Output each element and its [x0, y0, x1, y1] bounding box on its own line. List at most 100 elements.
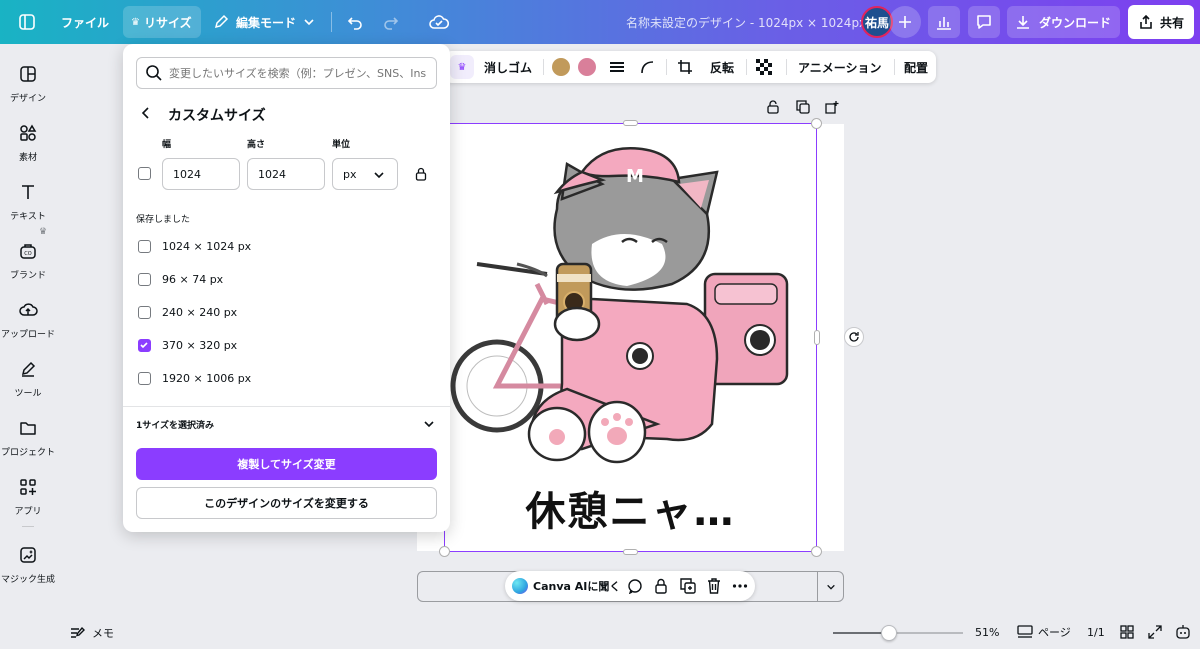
page-options-button[interactable] — [817, 572, 843, 601]
redo-button[interactable] — [382, 0, 400, 44]
sidebar-item-magic-media[interactable]: マジック生成 — [0, 545, 56, 585]
resize-handle-bottom-right[interactable] — [811, 546, 822, 557]
insights-button[interactable] — [928, 6, 960, 38]
aspect-lock-button[interactable] — [415, 167, 427, 184]
add-collaborator-button[interactable] — [889, 6, 921, 38]
share-icon — [1140, 14, 1152, 29]
edit-mode-menu[interactable]: 編集モード — [213, 0, 315, 44]
custom-size-checkbox[interactable] — [138, 167, 151, 180]
comment-add-button[interactable] — [627, 578, 643, 597]
copy-and-resize-button[interactable]: 複製してサイズ変更 — [136, 448, 437, 480]
help-assistant-button[interactable] — [1175, 624, 1191, 643]
document-title[interactable]: 名称未設定のデザイン - 1024px × 1024px — [626, 0, 866, 44]
ask-canva-ai-button[interactable]: Canva AIに聞く — [533, 571, 620, 601]
undo-button[interactable] — [346, 0, 364, 44]
sidebar-item-design[interactable]: デザイン — [0, 64, 56, 104]
floating-action-bar: Canva AIに聞く — [505, 571, 755, 601]
sidebar-item-tools[interactable]: ツール — [0, 359, 56, 399]
back-button[interactable] — [139, 106, 153, 123]
comment-button[interactable] — [968, 6, 1000, 38]
resize-handle-bottom[interactable] — [623, 549, 638, 555]
resize-button[interactable]: ♛ リサイズ — [123, 6, 201, 38]
grid-view-button[interactable] — [1120, 625, 1134, 642]
sidebar-item-brand[interactable]: ♛ CO ブランド — [0, 227, 56, 281]
size-search[interactable] — [136, 57, 437, 89]
file-menu[interactable]: ファイル — [61, 0, 109, 44]
corner-curve-icon — [641, 61, 654, 74]
robot-help-icon — [1176, 625, 1190, 639]
width-input[interactable]: 1024 — [162, 158, 240, 190]
duplicate-element-button[interactable] — [680, 578, 696, 597]
download-button[interactable]: ダウンロード — [1007, 6, 1120, 38]
crop-icon — [678, 60, 692, 74]
lock-icon — [655, 578, 667, 594]
color-swatch-pink[interactable] — [578, 51, 596, 83]
zoom-slider[interactable] — [833, 625, 963, 641]
unit-select[interactable]: px — [332, 158, 398, 190]
saved-size-checkbox[interactable] — [138, 306, 151, 319]
saved-size-checkbox[interactable] — [138, 339, 151, 352]
zoom-level[interactable]: 51% — [975, 626, 999, 639]
canva-ai-icon — [512, 578, 528, 594]
saved-size-checkbox[interactable] — [138, 240, 151, 253]
saved-size-label: 1024 × 1024 px — [162, 240, 252, 253]
sidebar-item-elements[interactable]: 素材 — [0, 123, 56, 163]
layout-icon — [20, 66, 36, 82]
saved-size-checkbox[interactable] — [138, 372, 151, 385]
resize-handle-right[interactable] — [814, 330, 820, 345]
pages-icon — [1017, 625, 1033, 638]
height-input[interactable]: 1024 — [247, 158, 325, 190]
magic-image-icon — [20, 547, 36, 563]
expand-selection-button[interactable] — [423, 418, 435, 433]
resize-handle-bottom-left[interactable] — [439, 546, 450, 557]
saved-size-label: 370 × 320 px — [162, 339, 238, 352]
crown-icon: ♛ — [457, 61, 467, 73]
divider — [666, 59, 667, 75]
resize-this-design-button[interactable]: このデザインのサイズを変更する — [136, 487, 437, 519]
sidebar-item-uploads[interactable]: アップロード — [0, 300, 56, 340]
fullscreen-button[interactable] — [1148, 625, 1162, 642]
duplicate-page-button[interactable] — [796, 100, 810, 117]
pages-button[interactable]: ページ — [1017, 624, 1071, 640]
rotate-button[interactable] — [844, 327, 864, 347]
sidebar-toggle-button[interactable] — [18, 0, 36, 44]
sidebar-item-projects[interactable]: プロジェクト — [0, 418, 56, 458]
color-swatch-gold[interactable] — [552, 51, 570, 83]
position-button[interactable]: 配置 — [904, 51, 928, 83]
share-button[interactable]: 共有 — [1128, 5, 1194, 39]
cloud-save-button[interactable] — [429, 0, 449, 44]
corner-rounding-button[interactable] — [639, 51, 655, 83]
size-search-input[interactable] — [169, 58, 429, 88]
eraser-button[interactable]: 消しゴム — [484, 51, 532, 83]
animation-button[interactable]: アニメーション — [798, 51, 882, 83]
notes-button[interactable]: メモ — [70, 625, 114, 641]
transparency-button[interactable] — [756, 51, 772, 83]
page-counter[interactable]: 1/1 — [1087, 626, 1105, 639]
divider — [746, 59, 747, 75]
premium-tool-button[interactable]: ♛ — [450, 55, 474, 79]
bottom-bar: メモ 51% ページ 1/1 — [0, 610, 1200, 649]
crop-button[interactable] — [677, 51, 693, 83]
divider — [22, 526, 34, 527]
chevron-down-icon — [374, 172, 384, 179]
delete-element-button[interactable] — [707, 578, 721, 597]
lock-element-button[interactable] — [654, 578, 668, 597]
grid-icon — [1120, 625, 1134, 639]
zoom-slider-thumb[interactable] — [881, 625, 897, 641]
saved-size-checkbox[interactable] — [138, 273, 151, 286]
add-page-button[interactable] — [825, 100, 839, 117]
plus-icon — [899, 16, 911, 28]
width-label: 幅 — [162, 140, 172, 150]
border-style-button[interactable] — [609, 51, 625, 83]
chevron-down-icon — [424, 421, 434, 428]
context-toolbar: ♛ 消しゴム 反転 アニメーション 配置 — [444, 51, 936, 83]
checkerboard-icon — [756, 59, 772, 75]
resize-handle-top[interactable] — [623, 120, 638, 126]
sidebar-item-text[interactable]: テキスト — [0, 182, 56, 222]
sidebar-item-apps[interactable]: アプリ — [0, 477, 56, 517]
color-swatch-fill — [552, 58, 570, 76]
more-options-button[interactable] — [732, 578, 748, 597]
flip-button[interactable]: 反転 — [710, 51, 734, 83]
lock-button[interactable] — [766, 100, 780, 117]
resize-handle-top-right[interactable] — [811, 118, 822, 129]
